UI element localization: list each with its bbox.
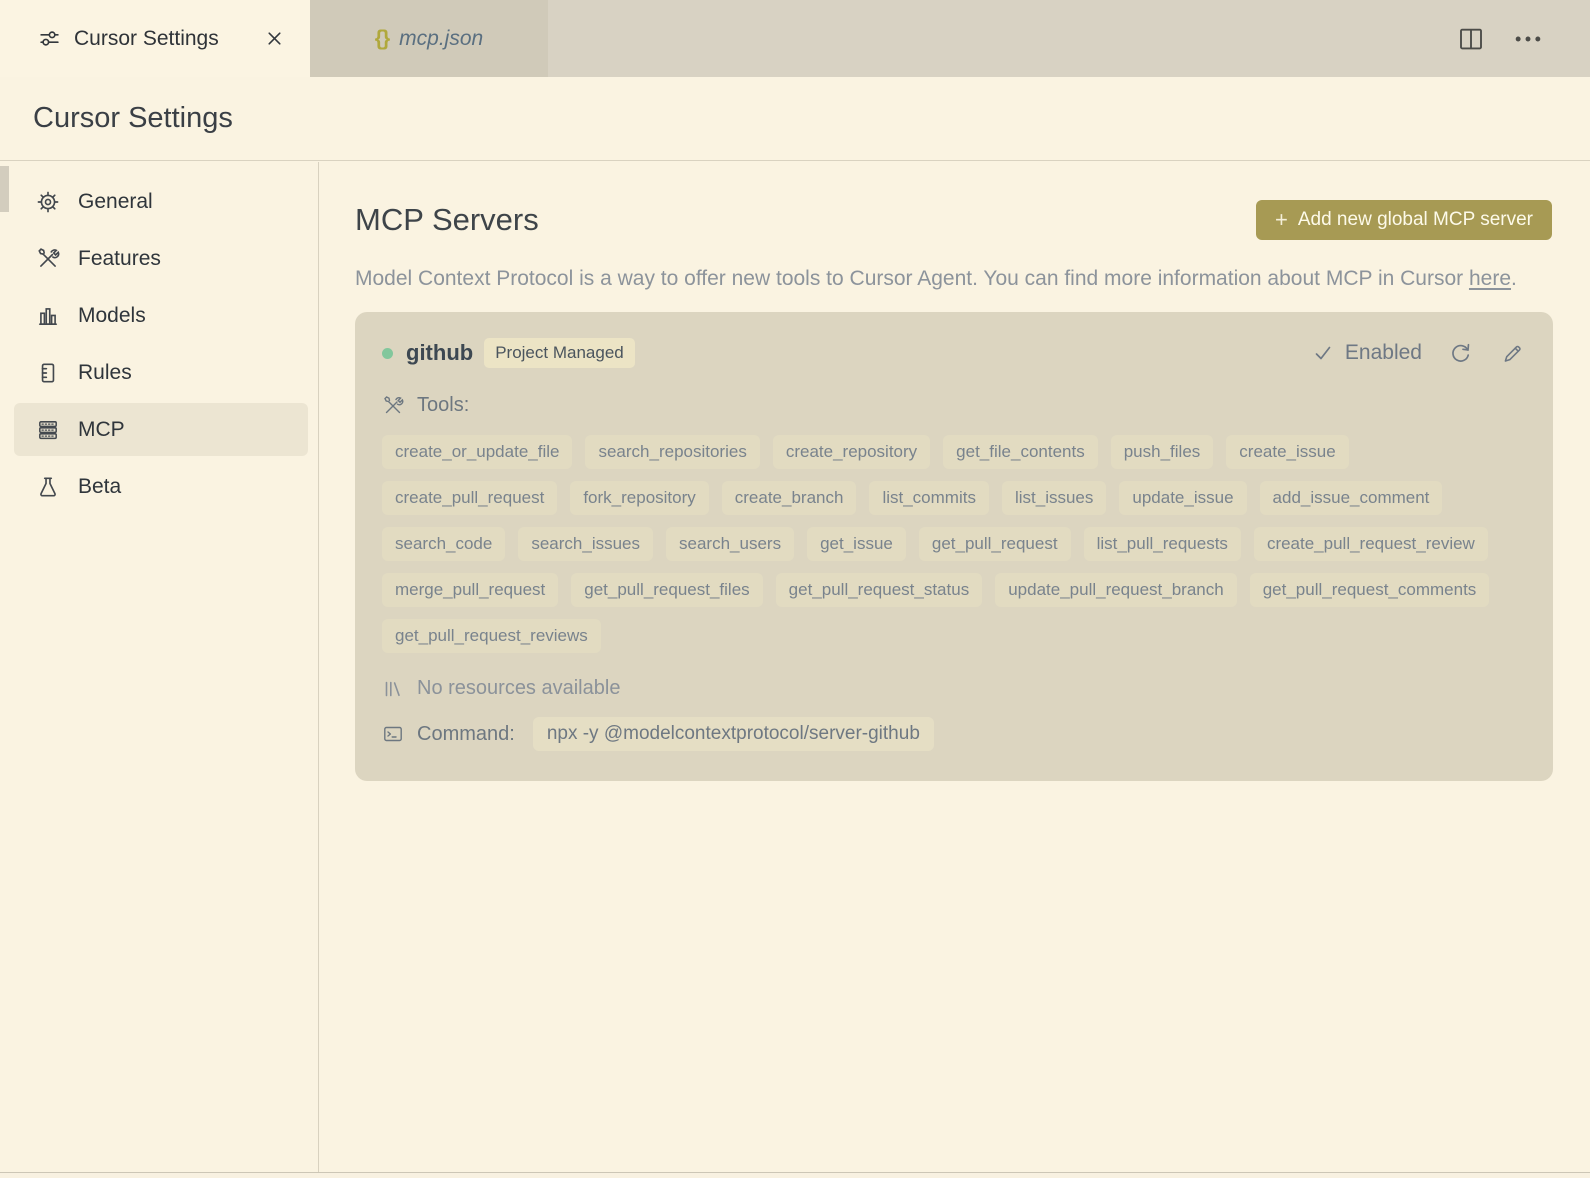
tool-tag: add_issue_comment xyxy=(1259,481,1443,515)
sidebar-item-features[interactable]: Features xyxy=(14,232,308,285)
tool-tag: create_or_update_file xyxy=(382,435,573,469)
edit-pencil-icon[interactable] xyxy=(1499,340,1526,367)
settings-sidebar: General Features Models Rules MCP Beta xyxy=(0,162,319,1172)
mcp-description: Model Context Protocol is a way to offer… xyxy=(355,261,1527,296)
tab-label: mcp.json xyxy=(399,26,484,50)
server-name: github xyxy=(406,340,474,365)
flask-icon xyxy=(36,475,60,499)
check-icon xyxy=(1312,342,1334,364)
sidebar-item-rules[interactable]: Rules xyxy=(14,346,308,399)
tool-tag: get_file_contents xyxy=(943,435,1098,469)
page-title: Cursor Settings xyxy=(33,102,233,134)
ruler-icon xyxy=(36,361,60,385)
tools-icon xyxy=(382,395,404,417)
tab-cursor-settings[interactable]: Cursor Settings xyxy=(0,0,310,77)
tools-label: Tools: xyxy=(417,394,470,416)
tools-icon xyxy=(36,247,60,271)
tool-tag: create_branch xyxy=(721,481,857,515)
tab-label: Cursor Settings xyxy=(74,26,219,50)
enabled-toggle[interactable]: Enabled xyxy=(1312,341,1422,365)
gear-icon xyxy=(36,190,60,214)
server-stack-icon xyxy=(36,418,60,442)
tool-tag: search_issues xyxy=(518,527,654,561)
tool-tag: get_pull_request_comments xyxy=(1249,573,1490,607)
tool-tag-list: create_or_update_file search_repositories… xyxy=(382,435,1512,653)
command-value: npx -y @modelcontextprotocol/server-gith… xyxy=(532,717,934,751)
sidebar-item-label: Models xyxy=(78,303,146,327)
tool-tag: fork_repository xyxy=(570,481,709,515)
command-label: Command: xyxy=(417,722,515,745)
tool-tag: update_issue xyxy=(1119,481,1247,515)
tool-tag: list_issues xyxy=(1001,481,1107,515)
tool-tag: push_files xyxy=(1110,435,1214,469)
bar-chart-icon xyxy=(36,304,60,328)
sidebar-item-label: Beta xyxy=(78,474,122,498)
add-button-label: Add new global MCP server xyxy=(1297,209,1533,230)
tool-tag: create_issue xyxy=(1226,435,1349,469)
settings-header: Cursor Settings xyxy=(0,77,1590,161)
sidebar-item-label: Rules xyxy=(78,360,132,384)
editor-tab-bar: Cursor Settings {} mcp.json xyxy=(0,0,1590,77)
tool-tag: get_pull_request_files xyxy=(571,573,763,607)
mcp-settings-panel: MCP Servers + Add new global MCP server … xyxy=(320,162,1590,1172)
description-text: Model Context Protocol is a way to offer… xyxy=(355,267,1469,290)
tool-tag: search_users xyxy=(666,527,795,561)
sidebar-item-general[interactable]: General xyxy=(14,175,308,228)
section-title: MCP Servers xyxy=(355,202,539,237)
description-text: . xyxy=(1511,267,1517,290)
project-managed-badge: Project Managed xyxy=(484,338,635,368)
sidebar-item-mcp[interactable]: MCP xyxy=(14,403,308,456)
tool-tag: merge_pull_request xyxy=(382,573,559,607)
terminal-icon xyxy=(382,723,404,745)
tool-tag: create_pull_request_review xyxy=(1253,527,1488,561)
tool-tag: get_pull_request_status xyxy=(775,573,983,607)
tab-bar-actions xyxy=(1452,0,1590,77)
enabled-label: Enabled xyxy=(1344,341,1422,364)
tool-tag: search_repositories xyxy=(585,435,760,469)
tool-tag: create_repository xyxy=(772,435,931,469)
plus-icon: + xyxy=(1274,207,1288,232)
tool-tag: get_issue xyxy=(807,527,906,561)
here-link[interactable]: here xyxy=(1469,267,1511,290)
tool-tag: list_pull_requests xyxy=(1083,527,1241,561)
server-status-dot xyxy=(382,347,393,359)
split-editor-icon[interactable] xyxy=(1452,20,1490,58)
sidebar-item-label: General xyxy=(78,189,153,213)
sliders-icon xyxy=(38,27,61,50)
sidebar-item-beta[interactable]: Beta xyxy=(14,460,308,513)
library-icon xyxy=(382,678,404,700)
close-icon[interactable] xyxy=(261,25,288,52)
sidebar-item-label: Features xyxy=(78,246,161,270)
braces-icon: {} xyxy=(374,26,390,50)
tool-tag: create_pull_request xyxy=(382,481,558,515)
sidebar-item-models[interactable]: Models xyxy=(14,289,308,342)
add-global-mcp-server-button[interactable]: + Add new global MCP server xyxy=(1255,200,1552,240)
tool-tag: update_pull_request_branch xyxy=(995,573,1237,607)
tool-tag: get_pull_request_reviews xyxy=(382,619,601,653)
tool-tag: search_code xyxy=(382,527,506,561)
no-resources-text: No resources available xyxy=(417,677,621,699)
more-actions-icon[interactable] xyxy=(1508,20,1548,58)
status-bar-edge xyxy=(0,1172,1590,1178)
tab-mcp-json[interactable]: {} mcp.json xyxy=(310,0,548,77)
tool-tag: list_commits xyxy=(869,481,989,515)
refresh-icon[interactable] xyxy=(1447,340,1474,367)
mcp-server-card-github: github Project Managed Enabled Tools: cr… xyxy=(355,312,1553,781)
sidebar-item-label: MCP xyxy=(78,417,125,441)
tool-tag: get_pull_request xyxy=(918,527,1071,561)
